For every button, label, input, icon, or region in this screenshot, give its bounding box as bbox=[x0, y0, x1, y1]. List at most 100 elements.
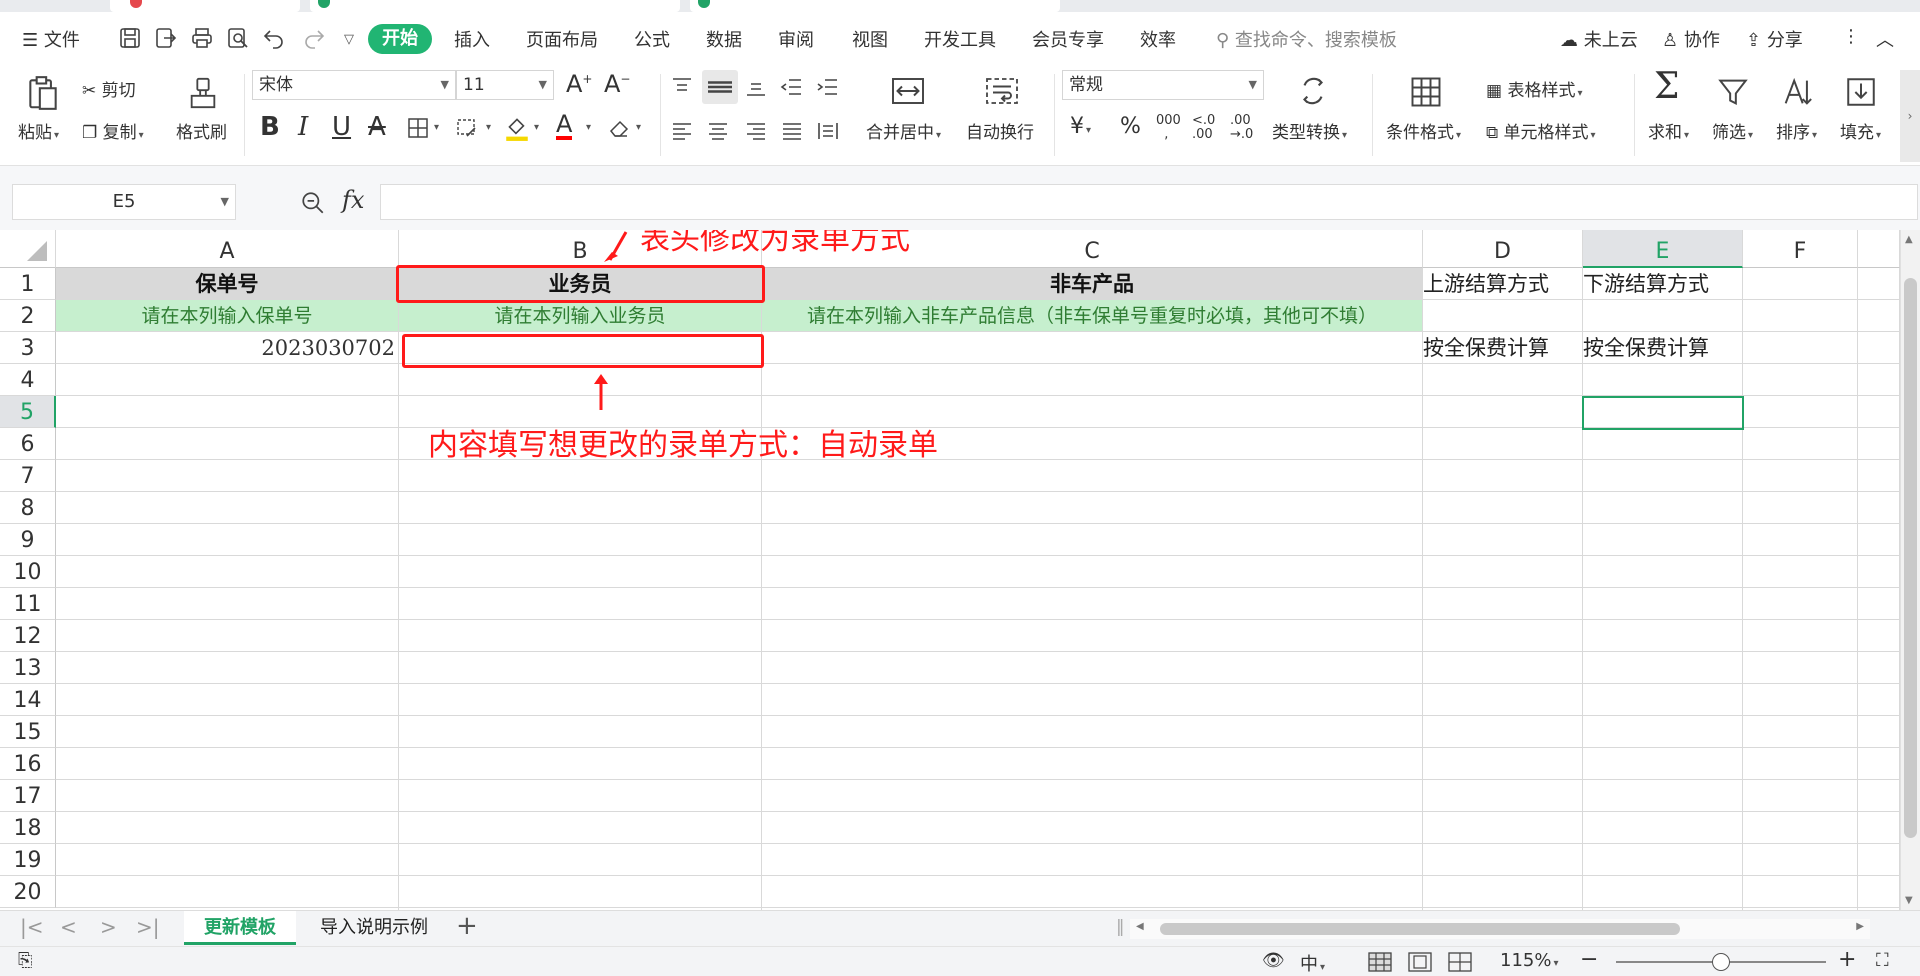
page-break-view-icon[interactable] bbox=[1448, 952, 1472, 972]
border-icon[interactable] bbox=[406, 116, 430, 140]
prev-sheet-icon[interactable]: < bbox=[60, 915, 77, 939]
tab-page-layout[interactable]: 页面布局 bbox=[526, 26, 598, 52]
percent-icon[interactable]: % bbox=[1120, 114, 1141, 139]
zoom-out-icon[interactable]: − bbox=[1580, 947, 1598, 972]
scroll-right-icon[interactable]: ▶ bbox=[1856, 921, 1864, 932]
align-right-icon[interactable] bbox=[744, 120, 768, 142]
thousands-icon[interactable]: 000 , bbox=[1156, 114, 1181, 142]
print-preview-icon[interactable] bbox=[226, 26, 250, 50]
tab-developer[interactable]: 开发工具 bbox=[924, 26, 996, 52]
sum-button[interactable]: 求和 ▾ bbox=[1648, 118, 1689, 143]
row-header-14[interactable]: 14 bbox=[0, 684, 56, 716]
row-header-13[interactable]: 13 bbox=[0, 652, 56, 684]
tab-formulas[interactable]: 公式 bbox=[634, 26, 670, 52]
cell-d3[interactable]: 按全保费计算 bbox=[1423, 332, 1583, 364]
increase-indent-icon[interactable] bbox=[816, 76, 840, 98]
row-header-18[interactable]: 18 bbox=[0, 812, 56, 844]
font-size-select[interactable]: 11 ▼ bbox=[456, 70, 554, 100]
row-header-8[interactable]: 8 bbox=[0, 492, 56, 524]
print-icon[interactable] bbox=[190, 26, 214, 50]
cell-a3[interactable]: 2023030702 bbox=[56, 332, 399, 364]
cell-c1[interactable]: 非车产品 bbox=[762, 268, 1423, 300]
zoom-search-icon[interactable] bbox=[300, 190, 326, 216]
cell-e3[interactable]: 按全保费计算 bbox=[1583, 332, 1743, 364]
cut-button[interactable]: ✂ 剪切 bbox=[82, 76, 136, 101]
row-header-3[interactable]: 3 bbox=[0, 332, 56, 364]
column-header-e[interactable]: E bbox=[1583, 230, 1743, 268]
justify-icon[interactable] bbox=[780, 120, 804, 142]
number-format-select[interactable]: 常规 ▼ bbox=[1062, 70, 1264, 100]
column-header-d[interactable]: D bbox=[1423, 230, 1583, 268]
macro-record-icon[interactable]: ⎘ bbox=[18, 950, 32, 971]
chevron-down-icon[interactable]: ▾ bbox=[534, 122, 539, 133]
wrap-text-button[interactable]: 自动换行 bbox=[966, 118, 1034, 143]
chevron-down-icon[interactable]: ▾ bbox=[434, 122, 439, 133]
vertical-scrollbar[interactable]: ▲ ▼ bbox=[1900, 230, 1920, 910]
select-all-corner[interactable] bbox=[0, 230, 56, 268]
bold-icon[interactable]: B bbox=[260, 112, 280, 142]
align-middle-button[interactable] bbox=[702, 70, 738, 104]
sort-icon[interactable] bbox=[1780, 74, 1814, 110]
chevron-down-icon[interactable]: ▾ bbox=[486, 122, 491, 133]
export-pdf-icon[interactable] bbox=[154, 26, 178, 50]
tab-view[interactable]: 视图 bbox=[852, 26, 888, 52]
chevron-down-icon[interactable]: ▾ bbox=[586, 122, 591, 133]
row-header-2[interactable]: 2 bbox=[0, 300, 56, 332]
cell-e1[interactable]: 下游结算方式 bbox=[1583, 268, 1743, 300]
fullscreen-icon[interactable]: ⛶ bbox=[1876, 950, 1889, 971]
sort-button[interactable]: 排序 ▾ bbox=[1776, 118, 1817, 143]
command-search[interactable]: ⚲ 查找命令、搜索模板 bbox=[1216, 26, 1397, 52]
row-header-9[interactable]: 9 bbox=[0, 524, 56, 556]
font-color-icon[interactable]: A bbox=[556, 110, 573, 140]
formula-input[interactable] bbox=[380, 184, 1918, 220]
decrease-indent-icon[interactable] bbox=[780, 76, 804, 98]
increase-decimal-icon[interactable]: <.0.00 bbox=[1192, 114, 1215, 142]
input-method-icon[interactable]: 中 ▾ bbox=[1300, 950, 1325, 976]
conditional-format-icon[interactable] bbox=[1408, 74, 1444, 110]
font-name-select[interactable]: 宋体 ▼ bbox=[252, 70, 456, 100]
tab-member[interactable]: 会员专享 bbox=[1032, 26, 1104, 52]
collab-button[interactable]: ♙ 协作 bbox=[1662, 26, 1720, 52]
tab-insert[interactable]: 插入 bbox=[454, 26, 490, 52]
row-header-12[interactable]: 12 bbox=[0, 620, 56, 652]
tab-review[interactable]: 审阅 bbox=[778, 26, 814, 52]
undo-icon[interactable] bbox=[262, 26, 286, 50]
copy-button[interactable]: ❐ 复制 ▾ bbox=[82, 118, 144, 143]
next-sheet-icon[interactable]: > bbox=[100, 915, 117, 939]
page-layout-view-icon[interactable] bbox=[1408, 952, 1432, 972]
more-quick-access-icon[interactable]: ▽ bbox=[344, 32, 354, 47]
underline-icon[interactable]: U bbox=[332, 112, 351, 142]
row-header-10[interactable]: 10 bbox=[0, 556, 56, 588]
column-header-a[interactable]: A bbox=[56, 230, 399, 268]
zoom-in-icon[interactable]: + bbox=[1838, 947, 1856, 972]
currency-icon[interactable]: ¥ ▾ bbox=[1070, 114, 1091, 139]
table-style-button[interactable]: ▦ 表格样式 ▾ bbox=[1486, 76, 1583, 101]
align-left-icon[interactable] bbox=[670, 120, 694, 142]
paste-button[interactable]: 粘贴 ▾ bbox=[18, 118, 59, 143]
scroll-up-icon[interactable]: ▲ bbox=[1905, 234, 1913, 245]
last-sheet-icon[interactable]: >| bbox=[136, 915, 160, 939]
convert-icon[interactable] bbox=[1296, 74, 1330, 108]
cell-b2[interactable]: 请在本列输入业务员 bbox=[399, 300, 762, 332]
column-header-g[interactable] bbox=[1858, 230, 1900, 268]
row-header-1[interactable]: 1 bbox=[0, 268, 56, 300]
eye-protection-icon[interactable]: 👁 bbox=[1262, 950, 1285, 971]
type-convert-button[interactable]: 类型转换 ▾ bbox=[1272, 118, 1347, 143]
distributed-align-icon[interactable] bbox=[816, 120, 840, 142]
align-top-icon[interactable] bbox=[670, 76, 694, 98]
zoom-slider-thumb[interactable] bbox=[1712, 953, 1730, 971]
align-bottom-icon[interactable] bbox=[744, 76, 768, 98]
row-header-4[interactable]: 4 bbox=[0, 364, 56, 396]
paste-icon[interactable] bbox=[24, 74, 62, 112]
collapse-ribbon-icon[interactable]: ︿ bbox=[1876, 26, 1894, 52]
doc-tab[interactable] bbox=[310, 0, 680, 12]
cloud-status[interactable]: ☁ 未上云 bbox=[1560, 26, 1638, 52]
sheet-tab-update-template[interactable]: 更新模板 bbox=[184, 911, 296, 945]
row-header-20[interactable]: 20 bbox=[0, 876, 56, 908]
name-box[interactable]: E5 ▼ bbox=[12, 184, 236, 220]
doc-tab[interactable] bbox=[110, 0, 300, 12]
row-header-16[interactable]: 16 bbox=[0, 748, 56, 780]
merge-center-button[interactable]: 合并居中 ▾ bbox=[866, 118, 941, 143]
sum-icon[interactable]: Σ bbox=[1654, 66, 1679, 107]
ribbon-scroll-right-icon[interactable]: › bbox=[1900, 70, 1920, 162]
